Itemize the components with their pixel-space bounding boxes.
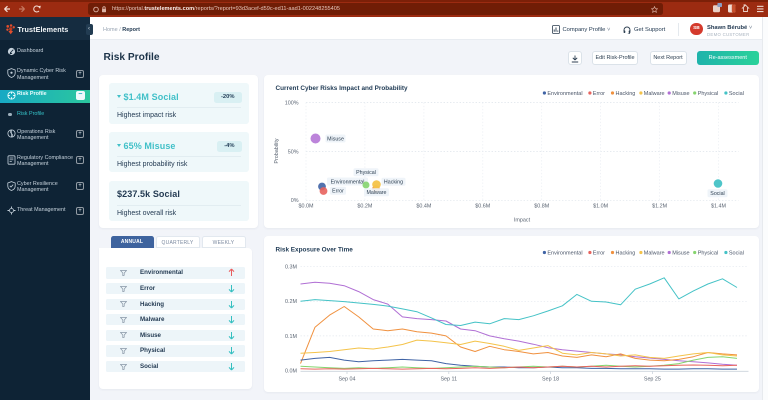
- svg-text:Physical: Physical: [356, 170, 376, 176]
- svg-text:Environmental: Environmental: [547, 250, 582, 256]
- svg-text:0.0M: 0.0M: [285, 368, 297, 374]
- svg-text:Hacking: Hacking: [615, 250, 635, 256]
- svg-text:Social: Social: [728, 250, 743, 256]
- svg-text:$1.4M: $1.4M: [711, 203, 726, 209]
- svg-text:Environmental: Environmental: [330, 179, 364, 185]
- svg-text:0%: 0%: [290, 198, 298, 204]
- svg-text:Sep 11: Sep 11: [440, 377, 457, 383]
- svg-text:Social: Social: [728, 90, 743, 96]
- svg-text:0.2M: 0.2M: [285, 299, 297, 305]
- svg-text:0.1M: 0.1M: [285, 334, 297, 340]
- svg-text:Impact: Impact: [513, 217, 530, 223]
- svg-text:$1.0M: $1.0M: [593, 203, 608, 209]
- svg-text:Misuse: Misuse: [672, 250, 689, 256]
- svg-text:Physical: Physical: [697, 250, 717, 256]
- svg-text:Malware: Malware: [643, 250, 664, 256]
- svg-text:$0.0M: $0.0M: [298, 203, 313, 209]
- svg-text:Error: Error: [592, 250, 604, 256]
- svg-text:Error: Error: [592, 90, 604, 96]
- svg-text:Environmental: Environmental: [547, 90, 582, 96]
- svg-text:Probability: Probability: [274, 138, 280, 163]
- svg-text:Hacking: Hacking: [615, 90, 635, 96]
- svg-text:$0.2M: $0.2M: [357, 203, 372, 209]
- svg-text:$0.6M: $0.6M: [475, 203, 490, 209]
- svg-text:Physical: Physical: [697, 90, 717, 96]
- svg-text:100%: 100%: [284, 100, 298, 106]
- svg-text:Malware: Malware: [643, 90, 664, 96]
- svg-text:Misuse: Misuse: [672, 90, 689, 96]
- svg-text:Sep 25: Sep 25: [643, 377, 660, 383]
- svg-text:Social: Social: [710, 191, 724, 197]
- svg-text:Current Cyber Risks Impact and: Current Cyber Risks Impact and Probabili…: [275, 85, 408, 92]
- svg-text:$0.4M: $0.4M: [416, 203, 431, 209]
- svg-text:Risk Exposure Over Time: Risk Exposure Over Time: [275, 247, 353, 254]
- svg-text:$1.2M: $1.2M: [652, 203, 667, 209]
- svg-text:Error: Error: [332, 188, 344, 194]
- svg-text:$0.8M: $0.8M: [534, 203, 549, 209]
- svg-text:Malware: Malware: [366, 190, 386, 196]
- svg-text:Misuse: Misuse: [327, 136, 344, 142]
- svg-text:0.3M: 0.3M: [285, 265, 297, 271]
- svg-text:Hacking: Hacking: [383, 179, 402, 185]
- svg-text:Sep 18: Sep 18: [542, 377, 559, 383]
- svg-text:Sep 04: Sep 04: [338, 377, 355, 383]
- svg-text:50%: 50%: [287, 149, 298, 155]
